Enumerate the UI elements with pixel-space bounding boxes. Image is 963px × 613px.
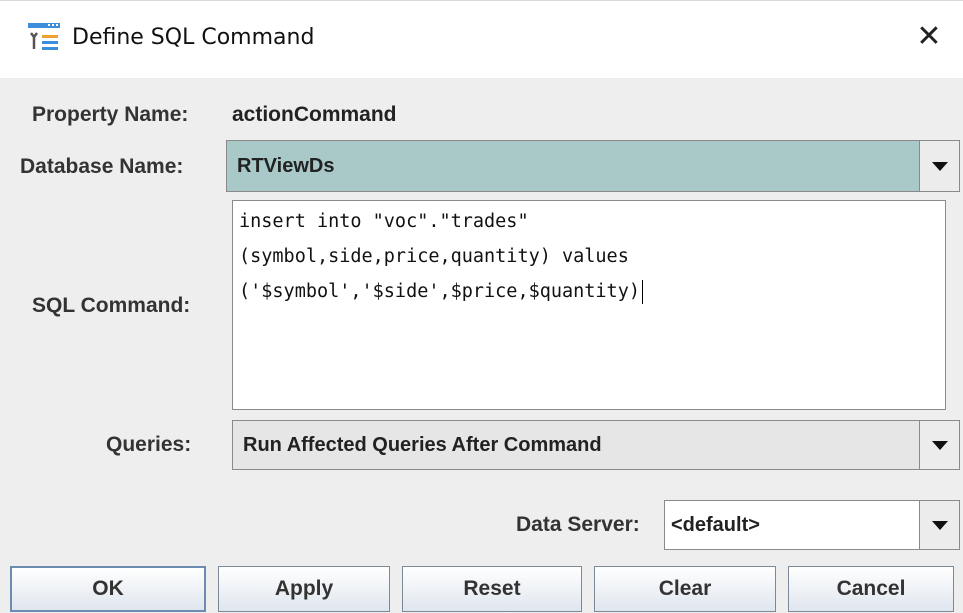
sql-command-label: SQL Command: — [32, 294, 191, 317]
sql-line: (symbol,side,price,quantity) values — [239, 246, 629, 267]
text-caret — [641, 280, 643, 304]
sql-line: ('$symbol','$side',$price,$quantity) — [239, 274, 939, 309]
data-server-label: Data Server: — [516, 513, 640, 536]
define-sql-command-dialog: Define SQL Command ✕ Property Name: acti… — [0, 0, 963, 613]
data-server-value: <default> — [671, 513, 760, 536]
queries-dropdown-button[interactable] — [919, 421, 959, 469]
queries-value: Run Affected Queries After Command — [243, 433, 602, 456]
cancel-button[interactable]: Cancel — [788, 566, 954, 612]
sql-line-text: ('$symbol','$side',$price,$quantity) — [239, 281, 640, 302]
data-server-select[interactable]: <default> — [664, 500, 960, 550]
apply-button[interactable]: Apply — [218, 566, 390, 612]
title-bar: Define SQL Command ✕ — [0, 0, 963, 78]
database-name-label: Database Name: — [20, 155, 184, 178]
window-title: Define SQL Command — [72, 25, 315, 50]
clear-button[interactable]: Clear — [594, 566, 776, 612]
sql-line: insert into "voc"."trades" — [239, 211, 529, 232]
database-dropdown-button[interactable] — [919, 141, 959, 191]
data-server-dropdown-button[interactable] — [919, 501, 959, 549]
queries-label: Queries: — [106, 433, 192, 456]
close-button[interactable]: ✕ — [909, 17, 949, 57]
reset-button[interactable]: Reset — [402, 566, 582, 612]
queries-select[interactable]: Run Affected Queries After Command — [232, 420, 960, 470]
database-name-select[interactable]: RTViewDs — [226, 140, 960, 192]
ok-button[interactable]: OK — [10, 566, 206, 612]
chevron-down-icon — [931, 521, 948, 530]
sql-command-textarea[interactable]: insert into "voc"."trades" (symbol,side,p… — [232, 200, 946, 410]
database-name-value: RTViewDs — [237, 154, 335, 177]
tools-icon — [28, 23, 60, 50]
chevron-down-icon — [931, 441, 948, 450]
property-name-value: actionCommand — [232, 103, 397, 126]
close-icon: ✕ — [916, 19, 942, 54]
property-name-label: Property Name: — [32, 103, 189, 126]
chevron-down-icon — [931, 162, 948, 171]
